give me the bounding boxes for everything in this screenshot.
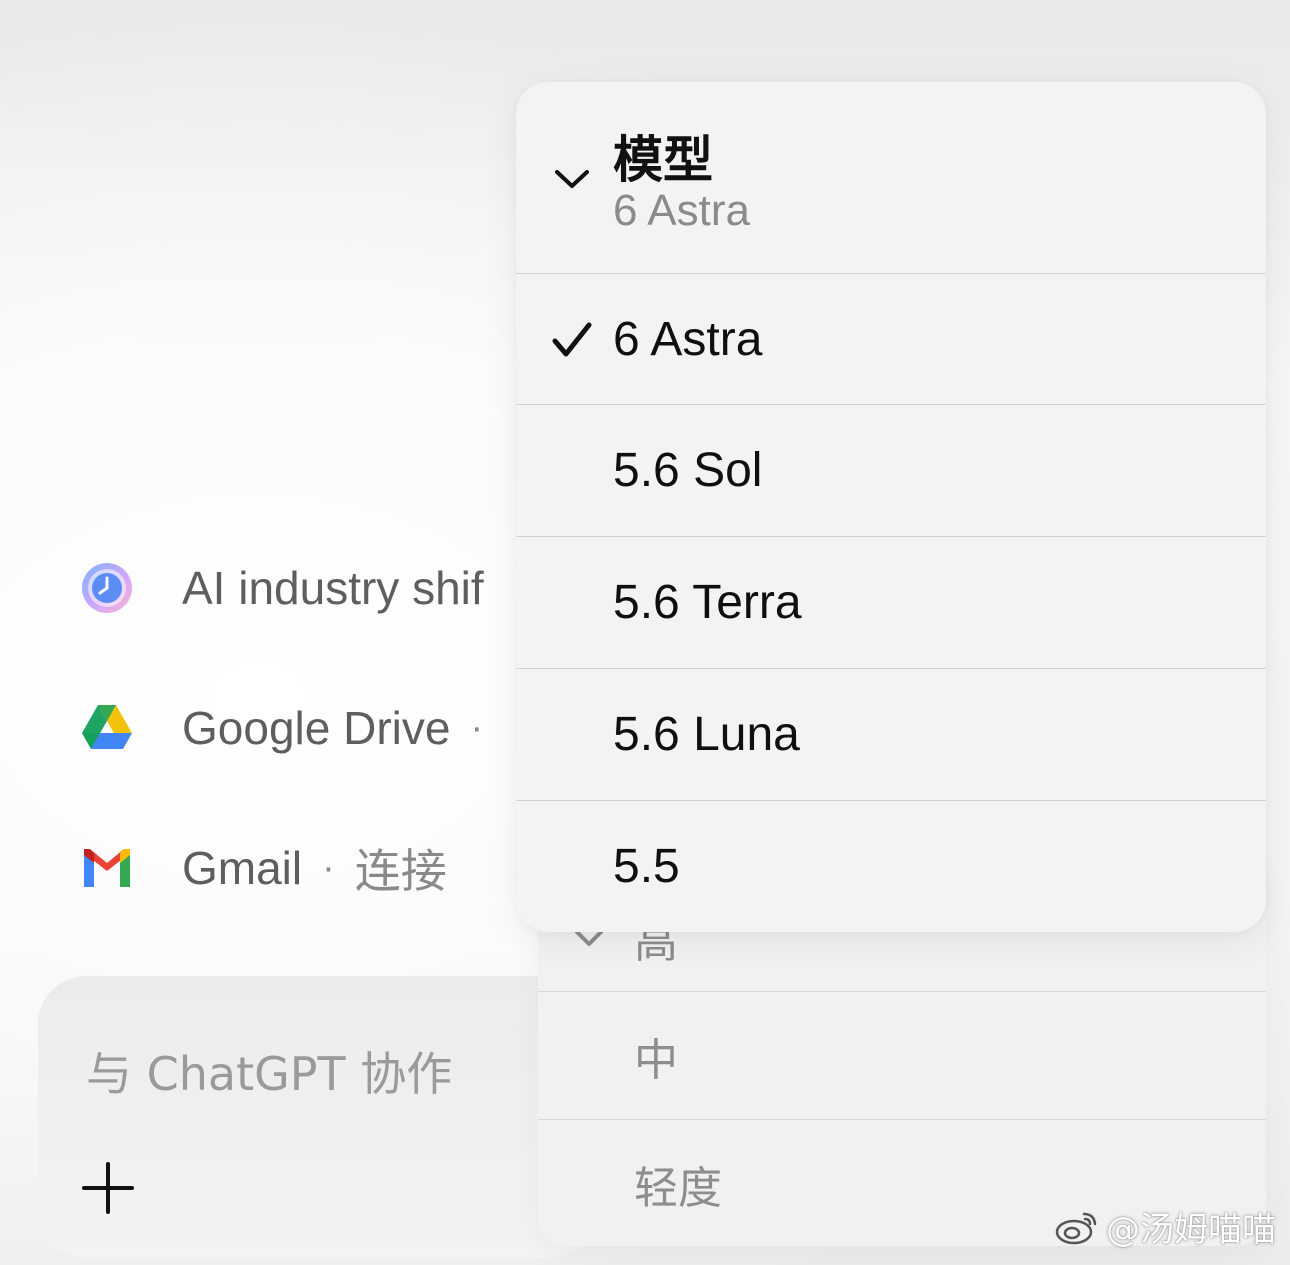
list-item-title: Google Drive xyxy=(182,702,451,754)
separator-dot: · xyxy=(322,846,335,889)
list-item-title: Gmail xyxy=(182,842,303,894)
model-option-5-6-terra[interactable]: 5.6 Terra xyxy=(516,537,1266,668)
model-option-5-6-sol[interactable]: 5.6 Sol xyxy=(516,405,1266,536)
watermark: @汤姆喵喵 xyxy=(1054,1202,1276,1251)
effort-option-medium[interactable]: 中 xyxy=(538,992,1266,1120)
model-menu: 模型 6 Astra 6 Astra 5.6 Sol 5.6 Terra 5.6… xyxy=(516,82,1266,932)
watermark-text: @汤姆喵喵 xyxy=(1106,1210,1276,1250)
model-option-label: 5.5 xyxy=(613,840,680,893)
model-option-6-astra[interactable]: 6 Astra xyxy=(516,274,1266,405)
google-drive-icon xyxy=(82,705,132,749)
list-item-gmail[interactable]: Gmail · 连接 xyxy=(80,838,447,898)
weibo-logo-icon xyxy=(1055,1212,1097,1244)
model-menu-header[interactable]: 模型 6 Astra xyxy=(516,82,1266,273)
plus-icon[interactable] xyxy=(80,1160,136,1216)
model-option-label: 5.6 Luna xyxy=(613,708,800,761)
model-option-5-5[interactable]: 5.5 xyxy=(516,801,1266,932)
list-item-google-drive[interactable]: Google Drive · xyxy=(80,698,503,758)
connect-status[interactable]: 连接 xyxy=(355,835,447,901)
composer-placeholder[interactable]: 与 ChatGPT 协作 xyxy=(86,1038,452,1104)
model-option-label: 5.6 Terra xyxy=(613,576,802,629)
chevron-down-icon xyxy=(555,170,589,188)
list-item-ai-industry[interactable]: AI industry shif xyxy=(80,558,484,618)
model-option-label: 5.6 Sol xyxy=(613,444,763,497)
separator-dot: · xyxy=(470,706,484,749)
composer[interactable]: 与 ChatGPT 协作 xyxy=(38,976,598,1258)
model-menu-title: 模型 xyxy=(613,131,713,189)
model-option-label: 6 Astra xyxy=(613,313,763,366)
scheduled-task-icon xyxy=(82,563,132,613)
gmail-icon xyxy=(84,849,130,887)
list-item-title: AI industry shif xyxy=(182,562,484,614)
checkmark-icon xyxy=(552,322,592,357)
model-menu-current: 6 Astra xyxy=(613,186,750,235)
model-option-5-6-luna[interactable]: 5.6 Luna xyxy=(516,669,1266,800)
